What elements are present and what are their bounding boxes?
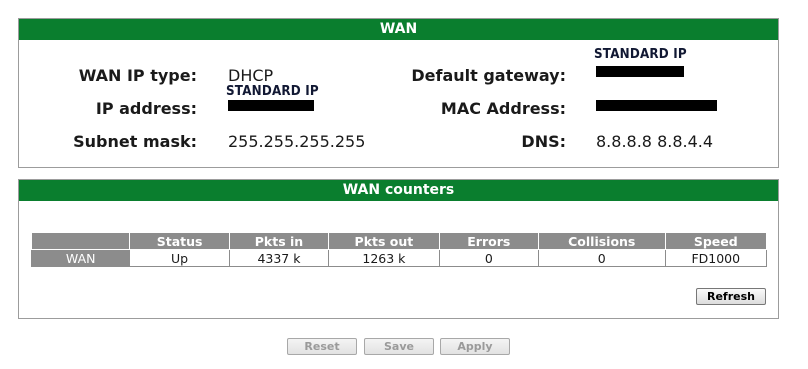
- mac-address-label: MAC Address:: [440, 99, 566, 118]
- save-button[interactable]: Save: [364, 338, 434, 355]
- wan-ip-type-value: DHCP: [228, 66, 274, 85]
- errors-cell: 0: [438, 249, 540, 267]
- wan-ip-type-label: WAN IP type:: [78, 66, 197, 85]
- table-row: WAN Up 4337 k 1263 k 0 0 FD1000: [30, 249, 768, 267]
- default-gateway-handwritten-note: STANDARD IP: [594, 47, 687, 62]
- row-name-cell: WAN: [30, 249, 131, 267]
- ip-address-handwritten-note: STANDARD IP: [226, 84, 319, 99]
- wan-counters-title: WAN counters: [19, 180, 778, 201]
- subnet-mask-value: 255.255.255.255: [228, 132, 366, 151]
- pkts-out-cell: 1263 k: [328, 249, 440, 267]
- default-gateway-label: Default gateway:: [411, 66, 566, 85]
- table-header-row: Status Pkts in Pkts out Errors Collision…: [30, 232, 768, 250]
- column-header-pkts-out: Pkts out: [328, 232, 440, 250]
- column-header-speed: Speed: [664, 232, 768, 250]
- apply-button[interactable]: Apply: [440, 338, 510, 355]
- refresh-button[interactable]: Refresh: [696, 288, 766, 305]
- column-header-collisions: Collisions: [538, 232, 666, 250]
- speed-cell: FD1000: [664, 249, 768, 267]
- reset-button[interactable]: Reset: [287, 338, 357, 355]
- collisions-cell: 0: [538, 249, 666, 267]
- subnet-mask-label: Subnet mask:: [73, 132, 197, 151]
- default-gateway-redaction: [596, 66, 684, 77]
- pkts-in-cell: 4337 k: [228, 249, 330, 267]
- column-header-pkts-in: Pkts in: [228, 232, 330, 250]
- column-header-errors: Errors: [438, 232, 540, 250]
- wan-panel-title: WAN: [19, 19, 778, 40]
- column-header-name: [30, 232, 131, 250]
- dns-value: 8.8.8.8 8.8.4.4: [596, 132, 714, 151]
- wan-panel: WAN WAN IP type: DHCP IP address: STANDA…: [18, 18, 779, 168]
- ip-address-redaction: [228, 100, 314, 111]
- mac-address-redaction: [596, 100, 717, 111]
- column-header-status: Status: [129, 232, 230, 250]
- wan-counters-panel: WAN counters Status Pkts in Pkts out Err…: [18, 179, 779, 319]
- wan-counters-table: Status Pkts in Pkts out Errors Collision…: [30, 232, 768, 267]
- dns-label: DNS:: [521, 132, 566, 151]
- status-cell: Up: [129, 249, 230, 267]
- ip-address-label: IP address:: [95, 99, 197, 118]
